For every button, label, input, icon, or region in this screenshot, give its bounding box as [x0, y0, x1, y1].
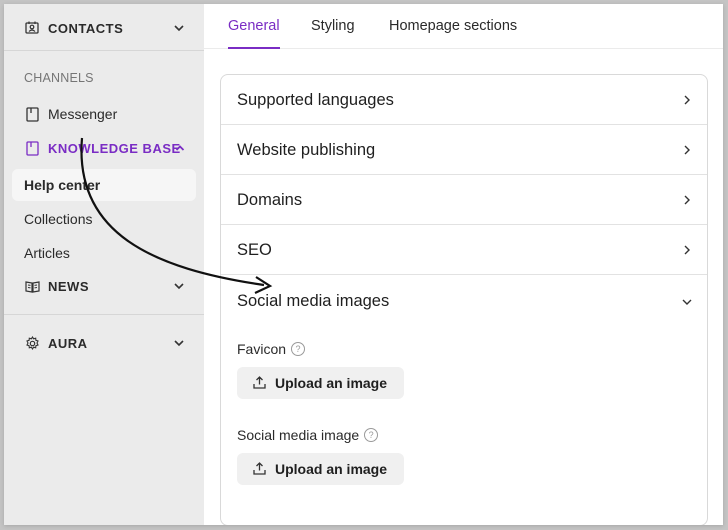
chevron-down-icon — [681, 295, 693, 307]
upload-icon — [253, 462, 266, 475]
contacts-icon — [24, 20, 40, 36]
sidebar-item-label: NEWS — [48, 278, 89, 294]
sidebar-item-articles[interactable]: Articles — [24, 245, 70, 261]
settings-card: Supported languages Website publishing D… — [220, 74, 708, 525]
accordion-title: SEO — [237, 241, 272, 259]
chevron-right-icon — [681, 93, 693, 105]
sidebar: CONTACTS CHANNELS Messenger KNOWLEDGE BA… — [4, 4, 204, 525]
social-media-image-label: Social media image — [237, 427, 360, 443]
messenger-icon — [24, 106, 40, 122]
main-content: General Styling Homepage sections Suppor… — [204, 4, 723, 525]
news-icon — [24, 278, 40, 294]
sidebar-item-collections[interactable]: Collections — [24, 211, 92, 227]
sidebar-item-news[interactable]: NEWS — [4, 271, 204, 301]
sidebar-item-knowledge-base[interactable]: KNOWLEDGE BASE — [4, 133, 204, 163]
tab-homepage-sections[interactable]: Homepage sections — [389, 18, 517, 34]
upload-favicon-button[interactable]: Upload an image — [237, 367, 404, 399]
sidebar-item-label: Messenger — [48, 106, 118, 122]
active-tab-indicator — [228, 47, 280, 49]
upload-icon — [253, 376, 266, 389]
sidebar-item-label: KNOWLEDGE BASE — [48, 140, 181, 156]
tab-styling[interactable]: Styling — [311, 18, 355, 34]
sidebar-item-label: CONTACTS — [48, 20, 124, 36]
accordion-title: Social media images — [237, 292, 390, 310]
chevron-down-icon — [172, 21, 186, 35]
upload-button-label: Upload an image — [275, 375, 388, 391]
accordion-domains[interactable]: Domains — [221, 175, 707, 225]
chevron-right-icon — [681, 193, 693, 205]
favicon-field-label: Favicon ? — [237, 341, 306, 357]
social-media-image-field-label: Social media image ? — [237, 427, 379, 443]
accordion-supported-languages[interactable]: Supported languages — [221, 75, 707, 125]
sidebar-divider — [4, 314, 204, 315]
sidebar-item-contacts[interactable]: CONTACTS — [4, 13, 204, 43]
favicon-label: Favicon — [237, 341, 287, 357]
chevron-down-icon — [172, 336, 186, 350]
help-icon[interactable]: ? — [291, 342, 306, 356]
upload-social-image-button[interactable]: Upload an image — [237, 453, 404, 485]
help-icon[interactable]: ? — [364, 428, 379, 442]
sidebar-item-messenger[interactable]: Messenger — [4, 99, 204, 129]
section-label-channels: CHANNELS — [24, 71, 94, 85]
accordion-social-media-images[interactable]: Social media images — [221, 275, 707, 327]
sidebar-item-aura[interactable]: AURA — [4, 328, 204, 358]
upload-button-label: Upload an image — [275, 461, 388, 477]
sidebar-item-label: AURA — [48, 335, 88, 351]
gear-icon — [24, 335, 40, 351]
accordion-title: Supported languages — [237, 91, 394, 109]
tab-general[interactable]: General — [228, 18, 280, 34]
accordion-seo[interactable]: SEO — [221, 225, 707, 275]
chevron-up-icon — [174, 141, 186, 153]
accordion-website-publishing[interactable]: Website publishing — [221, 125, 707, 175]
accordion-title: Website publishing — [237, 141, 376, 159]
chevron-right-icon — [681, 243, 693, 255]
tab-bar: General Styling Homepage sections — [204, 4, 723, 49]
sidebar-divider — [4, 50, 204, 51]
chevron-right-icon — [681, 143, 693, 155]
knowledge-base-icon — [24, 140, 40, 156]
chevron-down-icon — [172, 279, 186, 293]
accordion-title: Domains — [237, 191, 303, 209]
app-window: CONTACTS CHANNELS Messenger KNOWLEDGE BA… — [4, 4, 723, 525]
sidebar-item-help-center[interactable]: Help center — [24, 177, 100, 193]
